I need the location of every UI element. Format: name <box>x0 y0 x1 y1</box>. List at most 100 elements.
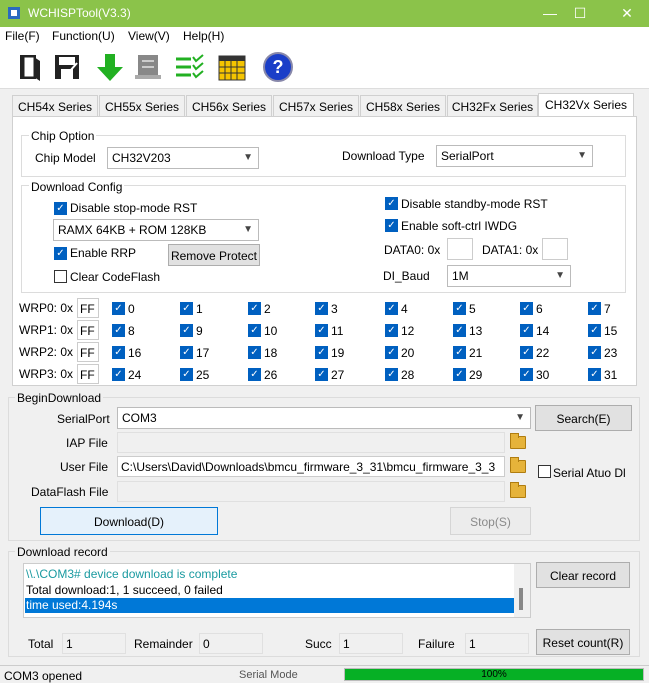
record-line: \\.\COM3# device download is complete <box>26 567 238 581</box>
reset-count-button[interactable]: Reset count(R) <box>536 629 630 655</box>
wrp-bit-checkbox[interactable]: ✓ <box>315 302 328 315</box>
wrp-value-input[interactable]: FF <box>77 298 99 318</box>
wrp-bit-checkbox[interactable]: ✓ <box>180 324 193 337</box>
wrp-bit-checkbox[interactable]: ✓ <box>453 324 466 337</box>
wrp-bit-checkbox[interactable]: ✓ <box>315 346 328 359</box>
wrp-bit-checkbox[interactable]: ✓ <box>315 368 328 381</box>
enable-rrp-checkbox[interactable]: ✓ <box>54 247 67 260</box>
wrp-bit-checkbox[interactable]: ✓ <box>385 302 398 315</box>
wrp-bit-label: 16 <box>128 346 142 360</box>
wrp-bit-checkbox[interactable]: ✓ <box>112 346 125 359</box>
stop-button[interactable]: Stop(S) <box>450 507 531 535</box>
wrp-bit-checkbox[interactable]: ✓ <box>453 368 466 381</box>
tab-ch32fx[interactable]: CH32Fx Series <box>447 95 538 117</box>
disable-standby-rst-checkbox[interactable]: ✓ <box>385 197 398 210</box>
wrp-value-input[interactable]: FF <box>77 364 99 384</box>
save-file-icon[interactable] <box>51 51 83 83</box>
calendar-icon[interactable] <box>216 51 248 83</box>
wrp-value-input[interactable]: FF <box>77 342 99 362</box>
clear-codeflash-checkbox[interactable] <box>54 270 67 283</box>
menu-function[interactable]: Function(U) <box>52 29 115 43</box>
wrp-bit-checkbox[interactable]: ✓ <box>453 346 466 359</box>
wrp-bit-label: 13 <box>469 324 483 338</box>
wrp-bit-checkbox[interactable]: ✓ <box>112 324 125 337</box>
svg-text:?: ? <box>273 57 284 77</box>
wrp-bit-checkbox[interactable]: ✓ <box>520 302 533 315</box>
wrp-bit-checkbox[interactable]: ✓ <box>588 368 601 381</box>
wrp-label: WRP0: 0x <box>19 301 74 315</box>
menu-view[interactable]: View(V) <box>128 29 170 43</box>
remainder-value: 0 <box>199 633 263 654</box>
succ-value: 1 <box>339 633 403 654</box>
disable-standby-rst-label: Disable standby-mode RST <box>401 197 548 211</box>
wrp-bit-checkbox[interactable]: ✓ <box>248 324 261 337</box>
tab-ch54x[interactable]: CH54x Series <box>12 95 98 117</box>
wrp-bit-checkbox[interactable]: ✓ <box>520 324 533 337</box>
wrp-bit-checkbox[interactable]: ✓ <box>520 368 533 381</box>
wrp-bit-label: 6 <box>536 302 543 316</box>
wrp-bit-checkbox[interactable]: ✓ <box>385 324 398 337</box>
download-arrow-icon[interactable] <box>94 51 126 83</box>
remove-protect-button[interactable]: Remove Protect <box>168 244 260 266</box>
user-file-input[interactable]: C:\Users\David\Downloads\bmcu_firmware_3… <box>117 456 505 477</box>
wrp-bit-checkbox[interactable]: ✓ <box>248 302 261 315</box>
wrp-bit-label: 18 <box>264 346 278 360</box>
wrp-bit-checkbox[interactable]: ✓ <box>112 302 125 315</box>
open-file-icon[interactable] <box>14 51 46 83</box>
wrp-bit-label: 17 <box>196 346 210 360</box>
wrp-bit-checkbox[interactable]: ✓ <box>520 346 533 359</box>
di-baud-select[interactable]: 1M ▼ <box>447 265 571 287</box>
chip-model-select[interactable]: CH32V203 ▼ <box>107 147 259 169</box>
data0-input[interactable] <box>447 238 473 260</box>
enable-rrp-label: Enable RRP <box>70 246 137 260</box>
wrp-bit-checkbox[interactable]: ✓ <box>588 346 601 359</box>
wrp-bit-checkbox[interactable]: ✓ <box>315 324 328 337</box>
wrp-bit-checkbox[interactable]: ✓ <box>180 346 193 359</box>
data1-input[interactable] <box>542 238 568 260</box>
close-button[interactable]: ✕ <box>607 0 647 27</box>
menu-file[interactable]: File(F) <box>5 29 40 43</box>
wrp-bit-checkbox[interactable]: ✓ <box>180 368 193 381</box>
iap-file-label: IAP File <box>66 436 108 450</box>
wrp-bit-checkbox[interactable]: ✓ <box>248 368 261 381</box>
maximize-button[interactable]: ☐ <box>560 0 600 27</box>
wrp-value-input[interactable]: FF <box>77 320 99 340</box>
chip-icon[interactable] <box>132 51 164 83</box>
wrp-bit-checkbox[interactable]: ✓ <box>180 302 193 315</box>
wrp-bit-checkbox[interactable]: ✓ <box>112 368 125 381</box>
wrp-bit-checkbox[interactable]: ✓ <box>385 368 398 381</box>
wrp-bit-checkbox[interactable]: ✓ <box>385 346 398 359</box>
memory-select[interactable]: RAMX 64KB + ROM 128KB ▼ <box>53 219 259 241</box>
menu-help[interactable]: Help(H) <box>183 29 224 43</box>
wrp-bit-checkbox[interactable]: ✓ <box>588 324 601 337</box>
clear-record-button[interactable]: Clear record <box>536 562 630 588</box>
scrollbar-thumb[interactable] <box>519 588 523 610</box>
record-scrollbar[interactable] <box>514 564 530 617</box>
folder-icon[interactable] <box>510 482 526 498</box>
begin-download-legend: BeginDownload <box>15 391 104 405</box>
enable-iwdg-checkbox[interactable]: ✓ <box>385 219 398 232</box>
wrp-bit-checkbox[interactable]: ✓ <box>248 346 261 359</box>
help-icon[interactable]: ? <box>262 51 294 83</box>
tab-ch55x[interactable]: CH55x Series <box>99 95 185 117</box>
serial-auto-dl-checkbox[interactable] <box>538 465 551 478</box>
wrp-bit-checkbox[interactable]: ✓ <box>588 302 601 315</box>
iap-file-input[interactable] <box>117 432 505 453</box>
tab-ch57x[interactable]: CH57x Series <box>273 95 359 117</box>
search-button[interactable]: Search(E) <box>535 405 632 431</box>
tab-ch32vx[interactable]: CH32Vx Series <box>538 93 634 117</box>
tab-ch58x[interactable]: CH58x Series <box>360 95 446 117</box>
folder-icon[interactable] <box>510 457 526 473</box>
wrp-bit-checkbox[interactable]: ✓ <box>453 302 466 315</box>
download-button[interactable]: Download(D) <box>40 507 218 535</box>
dataflash-file-input[interactable] <box>117 481 505 502</box>
record-log[interactable]: \\.\COM3# device download is complete To… <box>23 563 531 618</box>
tab-ch56x[interactable]: CH56x Series <box>186 95 272 117</box>
serialport-select[interactable]: COM3 ▼ <box>117 407 531 429</box>
disable-stop-rst-checkbox[interactable]: ✓ <box>54 202 67 215</box>
folder-icon[interactable] <box>510 433 526 449</box>
serialport-value: COM3 <box>122 411 157 425</box>
download-type-select[interactable]: SerialPort ▼ <box>436 145 593 167</box>
checklist-icon[interactable] <box>173 51 205 83</box>
app-icon <box>8 7 20 19</box>
